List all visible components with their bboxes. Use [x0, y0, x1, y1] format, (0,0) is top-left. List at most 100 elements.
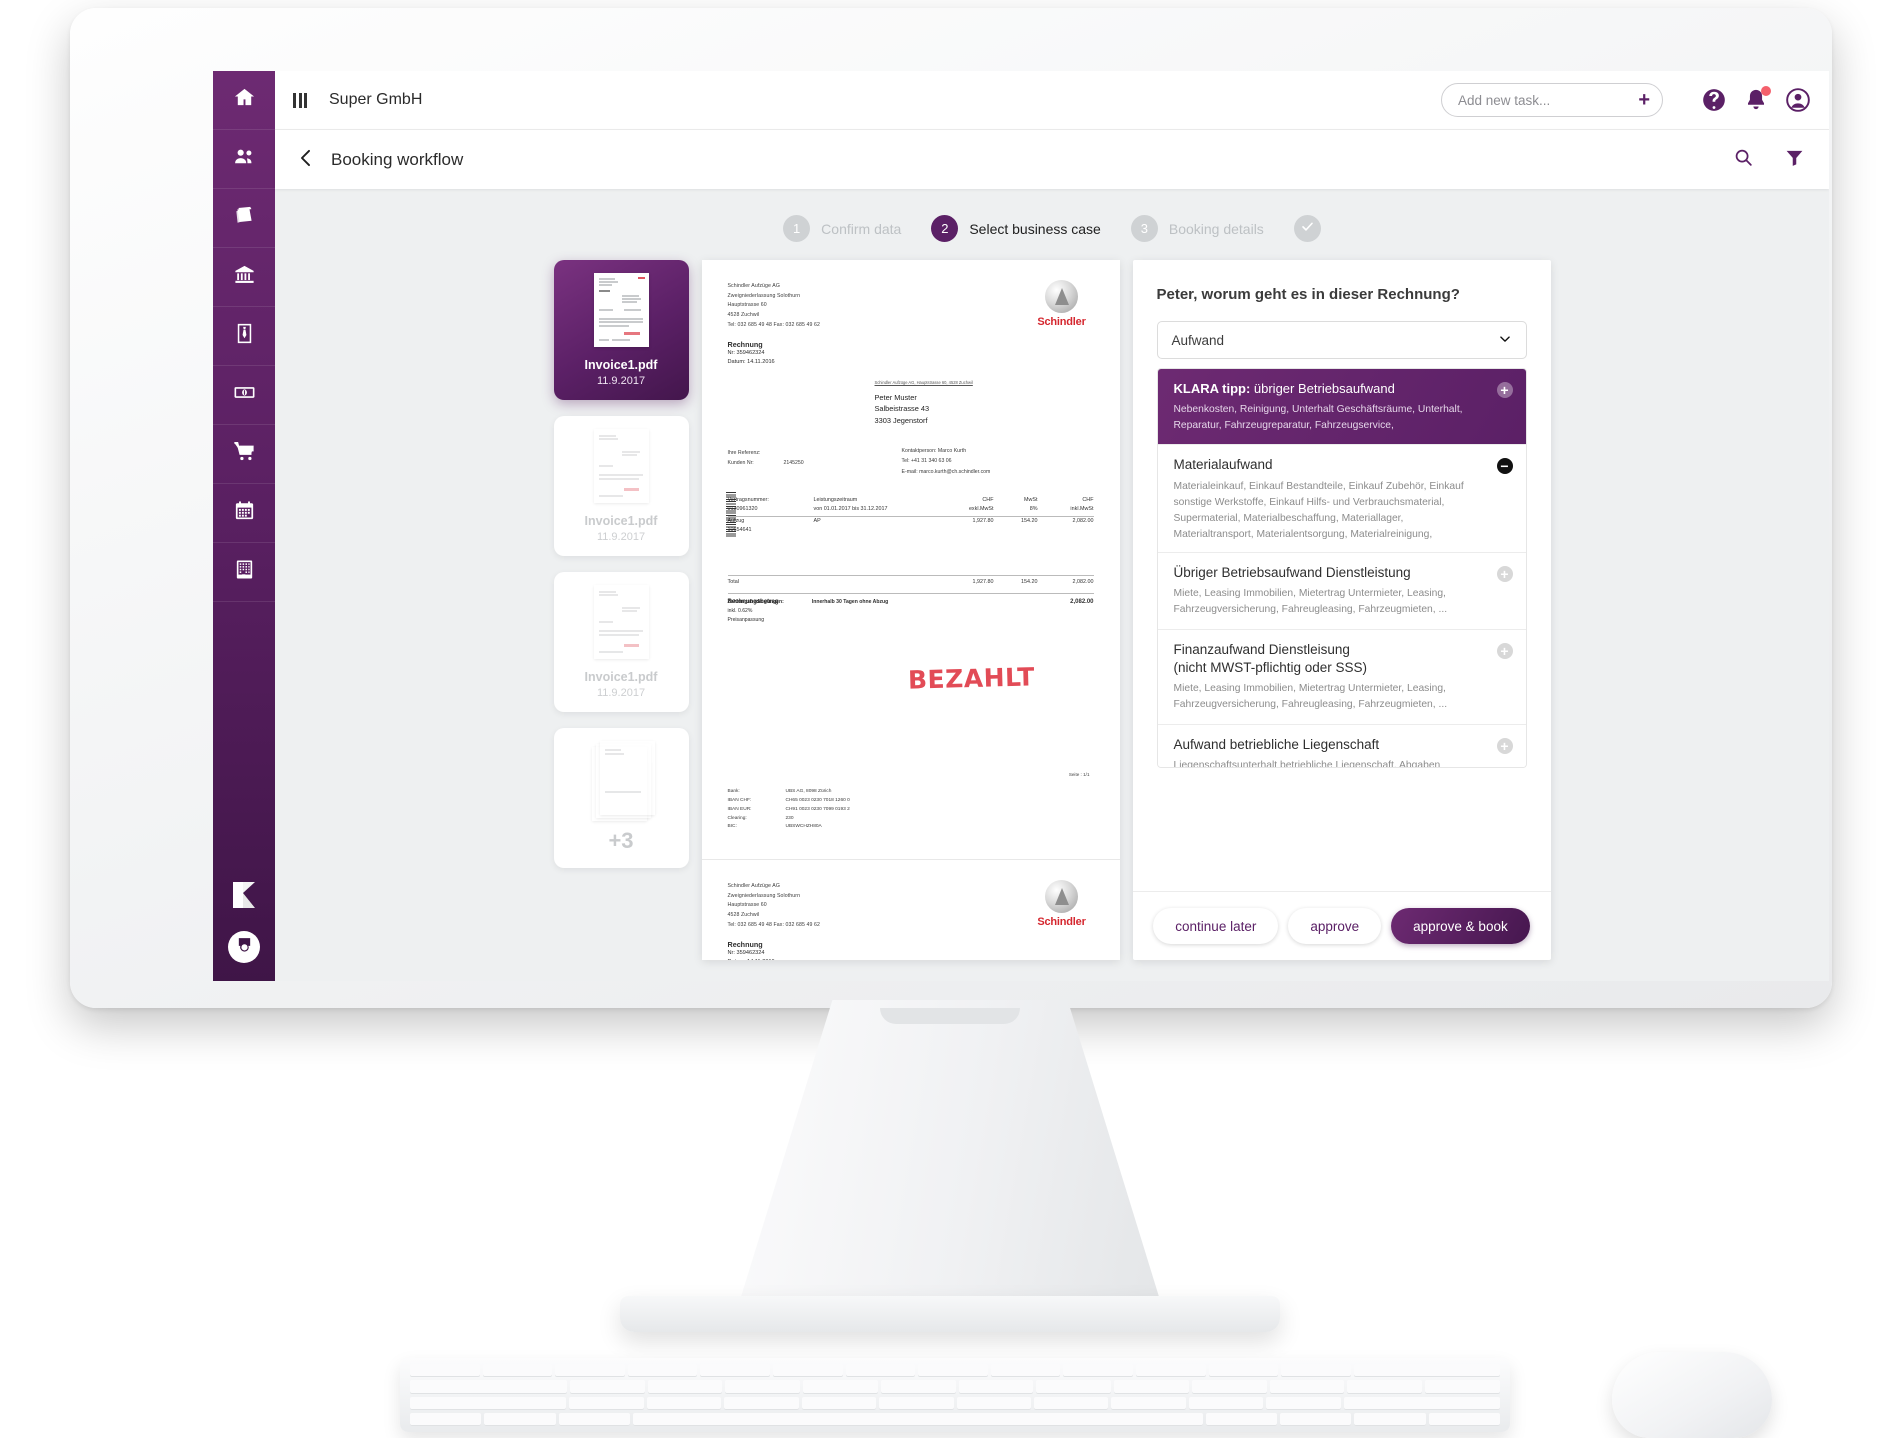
list-item-title: Finanzaufwand Dienstleisung (nicht MWST-…	[1173, 641, 1368, 676]
cell-gross	[1038, 526, 1094, 535]
list-item-description: Nebenkosten, Reinigung, Unterhalt Geschä…	[1173, 403, 1463, 431]
cell-desc: 10654641	[727, 526, 752, 533]
calendar-icon	[233, 499, 256, 527]
list-item-aufwand-betriebliche-liegenschaft[interactable]: Aufwand betriebliche Liegenschaft Liegen…	[1157, 725, 1526, 767]
add-icon[interactable]: +	[1496, 738, 1513, 755]
invoice-reference-block: Ihre Referenz: Kunden Nr: 2145250	[728, 448, 804, 469]
business-case-panel: Peter, worum geht es in dieser Rechnung?…	[1132, 260, 1551, 960]
add-task-input[interactable]	[1458, 92, 1639, 108]
back-button[interactable]	[295, 147, 321, 173]
sidebar-item-home[interactable]	[213, 71, 275, 130]
invoice-contact-mail: E-mail: marco.kurth@ch.schindler.com	[901, 468, 991, 475]
home-icon	[233, 86, 256, 114]
col-header-4: MwSt	[1024, 497, 1038, 503]
col-header-3: CHF	[982, 497, 994, 503]
bank-icon	[233, 263, 256, 291]
table-header-row-2: 0130961320 von 01.01.2017 bis 31.12.2017…	[727, 505, 1094, 517]
sidebar-item-building[interactable]	[213, 543, 275, 602]
sidebar-item-contacts[interactable]	[213, 130, 275, 189]
remove-icon[interactable]: −	[1496, 458, 1513, 475]
add-task-plus-icon[interactable]: +	[1638, 90, 1650, 110]
schindler-logo: Schindler	[1032, 280, 1092, 328]
workflow-panes: Invoice1.pdf 11.9.2017 Invoice1.pdf 11.9…	[275, 242, 1829, 960]
page-title: Booking workflow	[331, 149, 464, 169]
cell-period: AP	[813, 517, 821, 524]
keyboard-row	[410, 1412, 1500, 1426]
filter-button[interactable]	[1784, 147, 1805, 173]
add-icon[interactable]: +	[1496, 565, 1513, 582]
thumbnail-item-3[interactable]: Invoice1.pdf 11.9.2017	[553, 572, 689, 712]
approve-button[interactable]: approve	[1288, 908, 1382, 944]
sidebar-item-calendar[interactable]	[213, 484, 275, 543]
search-button[interactable]	[1733, 147, 1754, 173]
sidebar-item-shop[interactable]	[213, 425, 275, 484]
klara-tip-prefix: KLARA tipp:	[1173, 381, 1251, 396]
step-2[interactable]: 2 Select business case	[931, 215, 1131, 242]
bell-icon	[1743, 89, 1769, 117]
account-button[interactable]	[1785, 87, 1811, 113]
bank-value: CH91 0023 0230 7099 0193 2	[785, 806, 850, 812]
category-select-value: Aufwand	[1171, 332, 1225, 348]
invoice-doc-type: Rechnung	[727, 340, 763, 350]
monitor-stand-notch	[880, 1008, 1020, 1024]
bank-value: UBS AG, 8098 Zürich	[785, 789, 832, 794]
approve-and-book-button[interactable]: approve & book	[1391, 908, 1530, 944]
tie-icon	[233, 322, 256, 350]
step-3-number: 3	[1130, 215, 1158, 242]
sidebar-item-bank[interactable]	[213, 248, 275, 307]
continue-later-button[interactable]: continue later	[1153, 908, 1279, 944]
invoice-number: Nr: 359462324	[727, 950, 765, 957]
invoice-contact-tel: Tel: +41 31 340 63 06	[901, 458, 952, 465]
company-name: Super GmbH	[329, 91, 423, 108]
step-1[interactable]: 1 Confirm data	[783, 215, 931, 242]
step-1-label: Confirm data	[821, 220, 902, 237]
add-icon[interactable]: +	[1496, 642, 1513, 659]
panel-header: Peter, worum geht es in dieser Rechnung?…	[1133, 260, 1551, 359]
thumbnail-preview	[593, 429, 649, 503]
step-3[interactable]: 3 Booking details	[1130, 215, 1294, 242]
add-icon[interactable]: +	[1496, 382, 1513, 398]
schindler-wordmark: Schindler	[1037, 916, 1086, 928]
sidebar-item-employees[interactable]	[213, 307, 275, 366]
sidebar-item-payments[interactable]	[213, 366, 275, 425]
amount-value: 2,082.00	[1070, 599, 1094, 606]
thumbnail-item-1[interactable]: Invoice1.pdf 11.9.2017	[553, 260, 689, 400]
add-task-field[interactable]: +	[1441, 83, 1663, 117]
thumbnail-date: 11.9.2017	[596, 375, 646, 387]
shopping-cart-icon	[233, 440, 256, 468]
notifications-button[interactable]	[1743, 86, 1771, 113]
step-complete[interactable]	[1293, 215, 1321, 242]
user-avatar-icon	[1785, 88, 1811, 117]
sidebar-item-accounting[interactable]	[213, 189, 275, 248]
thumbnail-item-2[interactable]: Invoice1.pdf 11.9.2017	[553, 416, 689, 556]
list-item-finanzaufwand-dienstleisung[interactable]: Finanzaufwand Dienstleisung (nicht MWST-…	[1157, 629, 1526, 726]
list-item-klara-tip[interactable]: KLARA tipp: übriger Betriebsaufwand Nebe…	[1157, 369, 1526, 446]
category-select[interactable]: Aufwand	[1156, 321, 1527, 359]
bank-key: Bank:	[727, 789, 740, 794]
thumbnail-item-more[interactable]: +3	[553, 728, 689, 868]
list-item-materialaufwand[interactable]: Materialaufwand Materialeinkauf, Einkauf…	[1157, 445, 1526, 553]
book-icon	[233, 204, 256, 232]
invoice-payment-terms: Zahlungsbedingungen: Innerhalb 30 Tagen …	[728, 598, 889, 625]
hamburger-icon[interactable]	[293, 92, 307, 108]
invoice-return-address: Schindler Aufzüge AG, Hauptstrasse 60, 4…	[874, 380, 973, 385]
keyboard-row	[410, 1364, 1501, 1378]
thumbnail-more-count: +3	[608, 828, 634, 853]
chat-button[interactable]	[228, 931, 260, 963]
step-2-number: 2	[931, 215, 959, 242]
help-button[interactable]	[1701, 87, 1727, 113]
step-1-number: 1	[783, 215, 811, 242]
question-mark-icon	[1701, 89, 1727, 117]
document-viewer[interactable]: Schindler Aufzüge AG Zweigniederlassung …	[701, 260, 1120, 960]
invoice-title-block: Rechnung Nr: 359462324 Datum: 14.11.2016	[728, 940, 1094, 960]
thumbnail-preview	[593, 585, 649, 659]
invoice-page-1: Schindler Aufzüge AG Zweigniederlassung …	[701, 260, 1120, 860]
business-case-list[interactable]: KLARA tipp: übriger Betriebsaufwand Nebe…	[1156, 368, 1527, 768]
list-item-uebriger-betriebsaufwand-dienstleistung[interactable]: Übriger Betriebsaufwand Dienstleistung M…	[1157, 552, 1526, 630]
col-header-1: Vertragsnummer:	[727, 497, 769, 503]
keyboard-row	[410, 1396, 1500, 1410]
workspace: 1 Confirm data 2 Select business case 3 …	[275, 189, 1829, 981]
thumbnail-preview	[600, 741, 655, 815]
klara-logo[interactable]	[227, 878, 261, 917]
document-thumbnail-list: Invoice1.pdf 11.9.2017 Invoice1.pdf 11.9…	[553, 260, 689, 868]
